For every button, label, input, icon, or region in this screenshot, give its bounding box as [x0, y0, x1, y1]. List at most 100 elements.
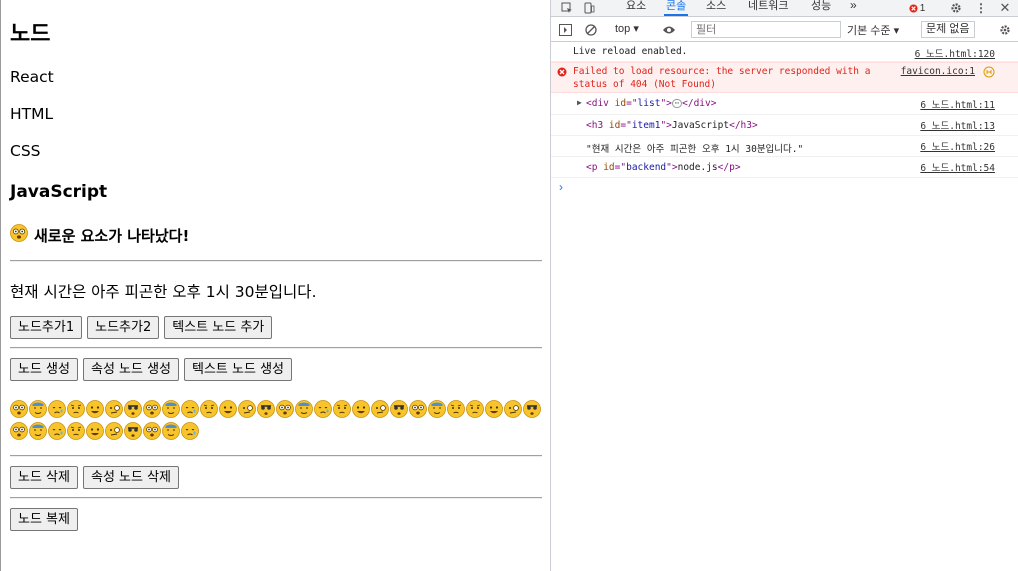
ellipsis-icon: ⋯	[671, 99, 683, 108]
console-error-row: Failed to load resource: the server resp…	[551, 62, 1018, 93]
tab-network[interactable]: 네트워크	[746, 0, 790, 16]
console-settings-gear-icon[interactable]	[997, 22, 1013, 38]
emoji-face-icon	[181, 422, 199, 440]
error-count: 1	[919, 2, 926, 14]
issues-button[interactable]: 문제 없음	[921, 21, 975, 38]
more-tabs-icon[interactable]: »	[848, 0, 859, 15]
emoji-face-icon	[67, 422, 85, 440]
settings-gear-icon[interactable]	[948, 0, 964, 16]
emoji-face-icon	[352, 400, 370, 418]
emoji-face-icon	[124, 422, 142, 440]
close-devtools-icon[interactable]: ✕	[997, 0, 1013, 16]
log-element-p: <p id="backend">node.js</p>	[586, 162, 741, 173]
emoji-face-icon	[48, 422, 66, 440]
log-message: "현재 시간은 아주 피곤한 오후 1시 30분입니다."	[586, 144, 804, 155]
emoji-face-icon	[219, 400, 237, 418]
emoji-face-icon	[29, 400, 47, 418]
log-source-link[interactable]: 6 노드.html:11	[920, 97, 995, 111]
log-element-div: <div id="list"> ⋯ </div>	[586, 98, 717, 109]
page-title: 노드	[10, 22, 51, 47]
emoji-face-icon	[276, 400, 294, 418]
emoji-face-icon	[86, 422, 104, 440]
log-source-link[interactable]: 6 노드.html:13	[920, 118, 995, 132]
emoji-face-icon	[162, 422, 180, 440]
context-select[interactable]: top ▾	[615, 22, 639, 35]
emoji-face-icon	[105, 400, 123, 418]
tab-sources[interactable]: 소스	[704, 0, 728, 16]
console-element-row[interactable]: ▶ <div id="list"> ⋯ </div> 6 노드.html:11	[551, 94, 1018, 115]
console-filter-input[interactable]	[691, 21, 841, 38]
more-options-icon[interactable]: ⋮	[973, 0, 989, 16]
clone-node-button[interactable]: 노드 복제	[10, 508, 78, 531]
error-icon	[557, 67, 567, 80]
emoji-face-icon	[143, 422, 161, 440]
console-log-row: "현재 시간은 아주 피곤한 오후 1시 30분입니다." 6 노드.html:…	[551, 136, 1018, 157]
log-source-link[interactable]: 6 노드.html:120	[915, 46, 995, 60]
emoji-face-icon	[485, 400, 503, 418]
emoji-face-icon	[466, 400, 484, 418]
paragraph-react: React	[10, 68, 54, 86]
tab-performance[interactable]: 성능	[809, 0, 833, 16]
emoji-face-icon	[86, 400, 104, 418]
web-page: 노드 React HTML CSS JavaScript 새로운 요소가 나타났…	[0, 0, 550, 571]
emoji-face-icon	[409, 400, 427, 418]
error-count-badge[interactable]: 1	[904, 0, 930, 16]
emoji-face-icon	[523, 400, 541, 418]
add-node-2-button[interactable]: 노드추가2	[87, 316, 160, 339]
console-element-row[interactable]: <p id="backend">node.js</p> 6 노드.html:54	[551, 157, 1018, 178]
time-text: 현재 시간은 아주 피곤한 오후 1시 30분입니다.	[10, 283, 317, 301]
emoji-face-icon	[162, 400, 180, 418]
emoji-face-icon	[143, 400, 161, 418]
log-source-link[interactable]: 6 노드.html:26	[920, 139, 995, 153]
emoji-face-icon	[333, 400, 351, 418]
divider	[10, 455, 542, 457]
create-attribute-node-button[interactable]: 속성 노드 생성	[82, 358, 180, 381]
new-element-heading-text: 새로운 요소가 나타났다!	[34, 226, 190, 245]
console-toolbar: top ▾ 기본 수준 ▾ 문제 없음	[551, 18, 1018, 42]
network-panel-icon[interactable]	[983, 66, 995, 81]
emoji-face-icon	[10, 400, 28, 418]
create-text-node-button[interactable]: 텍스트 노드 생성	[184, 358, 293, 381]
emoji-face-icon	[390, 400, 408, 418]
dizzy-face-icon	[10, 224, 28, 246]
emoji-face-icon	[105, 422, 123, 440]
inspect-element-icon[interactable]	[559, 0, 575, 16]
clear-console-icon[interactable]	[583, 22, 599, 38]
sidebar-toggle-icon[interactable]	[557, 22, 573, 38]
emoji-face-icon	[10, 422, 28, 440]
paragraph-html: HTML	[10, 105, 54, 123]
console-prompt-icon[interactable]: ›	[559, 180, 563, 194]
console-element-row[interactable]: <h3 id="item1">JavaScript</h3> 6 노드.html…	[551, 115, 1018, 136]
log-levels-select[interactable]: 기본 수준 ▾	[847, 22, 899, 38]
button-row-delete: 노드 삭제 속성 노드 삭제	[10, 466, 180, 489]
log-source-link[interactable]: 6 노드.html:54	[920, 160, 995, 174]
tab-console[interactable]: 콘솔	[664, 0, 689, 16]
button-row-create: 노드 생성 속성 노드 생성 텍스트 노드 생성	[10, 358, 293, 381]
devtools-panel: 요소 콘솔 소스 네트워크 성능 » 1 ⋮ ✕ top ▾ 기본 수준 ▾ 문…	[550, 0, 1018, 571]
error-message-line-2: status of 404 (Not Found)	[573, 79, 716, 90]
emoji-face-icon	[67, 400, 85, 418]
delete-node-button[interactable]: 노드 삭제	[10, 466, 78, 489]
live-expression-eye-icon[interactable]	[661, 22, 677, 38]
emoji-face-icon	[295, 400, 313, 418]
divider	[10, 497, 542, 499]
emoji-face-icon	[447, 400, 465, 418]
divider	[10, 260, 542, 262]
expand-triangle-icon[interactable]: ▶	[577, 98, 582, 107]
emoji-face-icon	[371, 400, 389, 418]
emoji-face-icon	[504, 400, 522, 418]
console-log-row: Live reload enabled. 6 노드.html:120	[551, 43, 1018, 62]
add-text-node-button[interactable]: 텍스트 노드 추가	[164, 316, 273, 339]
device-toolbar-icon[interactable]	[581, 0, 597, 16]
log-source-link[interactable]: favicon.ico:1	[901, 66, 975, 77]
tab-elements[interactable]: 요소	[624, 0, 648, 16]
delete-attribute-node-button[interactable]: 속성 노드 삭제	[82, 466, 180, 489]
emoji-face-icon	[238, 400, 256, 418]
paragraph-css: CSS	[10, 142, 41, 160]
emoji-face-icon	[29, 422, 47, 440]
create-node-button[interactable]: 노드 생성	[10, 358, 78, 381]
add-node-1-button[interactable]: 노드추가1	[10, 316, 83, 339]
button-row-add: 노드추가1 노드추가2 텍스트 노드 추가	[10, 316, 273, 339]
emoji-face-icon	[314, 400, 332, 418]
emoji-face-icon	[181, 400, 199, 418]
